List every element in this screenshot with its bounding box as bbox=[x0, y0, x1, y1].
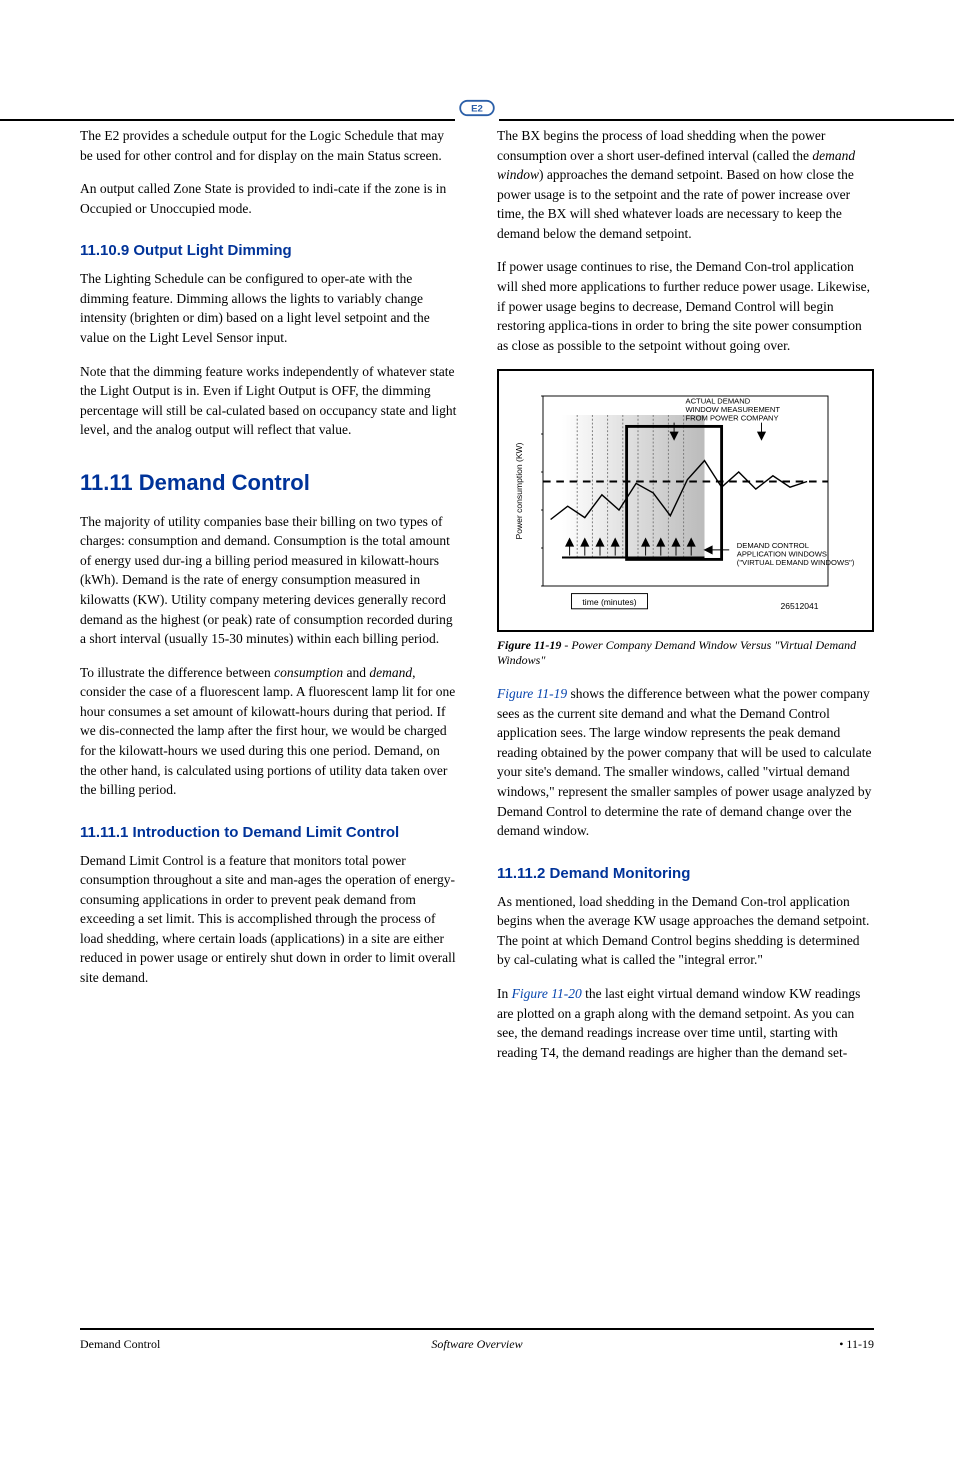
figure-caption: Figure 11-19 - Power Company Demand Wind… bbox=[497, 638, 874, 668]
svg-text:("VIRTUAL DEMAND WINDOWS"): ("VIRTUAL DEMAND WINDOWS") bbox=[737, 558, 855, 567]
para-11-1-1: Demand Limit Control is a feature that m… bbox=[80, 851, 457, 988]
para-pre-9-2: An output called Zone State is provided … bbox=[80, 179, 457, 218]
heading-11-11-2: 11.11.2 Demand Monitoring bbox=[497, 865, 874, 882]
figure-11-19: Power consumption (KW) bbox=[497, 369, 874, 632]
svg-text:26512041: 26512041 bbox=[780, 601, 818, 611]
heading-11-11: 11.11 Demand Control bbox=[80, 470, 457, 496]
arrow-left-icon bbox=[705, 546, 730, 554]
para-pre-9-1: The E2 provides a schedule output for th… bbox=[80, 126, 457, 165]
heading-11-10-9: 11.10.9 Output Light Dimming bbox=[80, 242, 457, 259]
heading-11-11-1: 11.11.1 Introduction to Demand Limit Con… bbox=[80, 824, 457, 841]
svg-text:time (minutes): time (minutes) bbox=[582, 597, 636, 607]
para-11-2-2: In Figure 11-20 the last eight virtual d… bbox=[497, 984, 874, 1062]
para-fig-expl: Figure 11-19 shows the difference betwee… bbox=[497, 684, 874, 841]
para-col2-1: The BX begins the process of load sheddi… bbox=[497, 126, 874, 243]
svg-text:E2: E2 bbox=[471, 103, 483, 114]
para-9-1: The Lighting Schedule can be configured … bbox=[80, 269, 457, 347]
para-11-1: The majority of utility companies base t… bbox=[80, 512, 457, 649]
fig-ylabel: Power consumption (KW) bbox=[514, 443, 524, 540]
svg-text:FROM POWER COMPANY: FROM POWER COMPANY bbox=[686, 414, 779, 423]
para-11-2-1: As mentioned, load shedding in the Deman… bbox=[497, 892, 874, 970]
para-col2-2: If power usage continues to rise, the De… bbox=[497, 257, 874, 355]
figure-svg: Power consumption (KW) bbox=[505, 377, 866, 624]
footer-rule bbox=[80, 1328, 874, 1330]
para-9-2: Note that the dimming feature works inde… bbox=[80, 362, 457, 440]
para-11-2: To illustrate the difference between con… bbox=[80, 663, 457, 800]
e2-logo-icon: E2 bbox=[455, 98, 499, 123]
